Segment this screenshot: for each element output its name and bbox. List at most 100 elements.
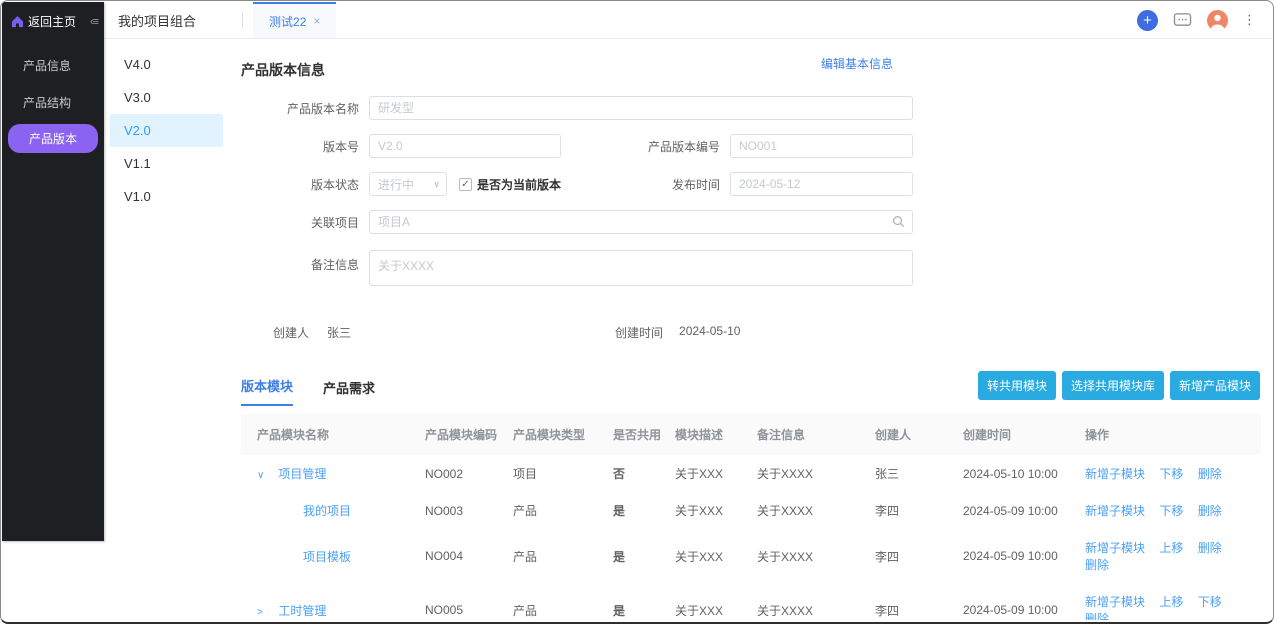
creator-info-row: 创建人 张三 创建时间 2024-05-10 xyxy=(241,324,913,341)
module-time: 2024-05-09 10:00 xyxy=(963,549,1058,563)
app-window: 返回主页 ‹≡ 产品信息 产品结构 产品版本 我的项目组合 测试22 × + ⋮ xyxy=(0,0,1274,624)
header-creator: 创建人 xyxy=(871,414,959,455)
version-list: V4.0 V3.0 V2.0 V1.1 V1.0 xyxy=(104,38,229,620)
collapse-sidebar-icon[interactable]: ‹≡ xyxy=(90,16,99,28)
close-tab-icon[interactable]: × xyxy=(313,14,320,28)
version-item-v1-1[interactable]: V1.1 xyxy=(104,147,229,180)
add-submodule-link[interactable]: 新增子模块 xyxy=(1085,541,1145,555)
checkbox-label: 是否为当前版本 xyxy=(477,177,562,192)
module-shared: 是 xyxy=(613,549,626,564)
table-row: 我的项目 NO003 产品 是 关于XXX 关于XXXX 李四 2024-05-… xyxy=(241,492,1261,529)
creator-label: 创建人 xyxy=(273,326,310,340)
select-shared-module-lib-button[interactable]: 选择共用模块库 xyxy=(1061,371,1164,400)
version-item-v2-selected[interactable]: V2.0 xyxy=(110,114,223,147)
module-time: 2024-05-09 10:00 xyxy=(963,603,1058,617)
related-project-input[interactable] xyxy=(369,210,913,234)
header-actions: 操作 xyxy=(1081,414,1261,455)
header-create-time: 创建时间 xyxy=(959,414,1081,455)
field-label-remark: 备注信息 xyxy=(310,258,359,272)
chevron-down-icon: ∨ xyxy=(433,178,440,189)
module-name-link[interactable]: 项目管理 xyxy=(278,467,326,481)
module-section: 版本模块 产品需求 转共用模块 选择共用模块库 新增产品模块 产品模块名称 产品… xyxy=(241,371,1261,620)
module-shared: 否 xyxy=(613,467,626,481)
version-info-form: 产品版本信息 编辑基本信息 产品版本名称 版本号 产品版本编号 版本状态 进行中… xyxy=(241,57,913,341)
add-submodule-link[interactable]: 新增子模块 xyxy=(1085,504,1145,518)
table-header-row: 产品模块名称 产品模块编码 产品模块类型 是否共用 模块描述 备注信息 创建人 … xyxy=(241,414,1261,455)
delete-link[interactable]: 删除 xyxy=(1198,541,1222,555)
move-up-link[interactable]: 上移 xyxy=(1159,595,1183,609)
module-name-link[interactable]: 工时管理 xyxy=(278,604,326,618)
version-no-input[interactable] xyxy=(369,134,561,158)
move-down-link[interactable]: 下移 xyxy=(1159,467,1183,481)
move-down-link[interactable]: 下移 xyxy=(1159,504,1183,518)
user-avatar[interactable] xyxy=(1207,9,1228,31)
tab-divider xyxy=(242,12,244,28)
create-time-label: 创建时间 xyxy=(615,326,664,340)
portfolio-title[interactable]: 我的项目组合 xyxy=(104,11,232,30)
move-up-link[interactable]: 上移 xyxy=(1159,541,1183,555)
add-product-module-button[interactable]: 新增产品模块 xyxy=(1169,371,1260,400)
module-type: 产品 xyxy=(513,549,538,564)
current-version-checkbox[interactable]: ✓ 是否为当前版本 xyxy=(459,176,561,193)
delete-link[interactable]: 删除 xyxy=(1085,612,1109,620)
header-shared: 是否共用 xyxy=(609,414,671,455)
delete-link[interactable]: 删除 xyxy=(1085,558,1109,572)
sidebar-item-product-info[interactable]: 产品信息 xyxy=(8,50,98,81)
field-label-version-code: 产品版本编号 xyxy=(647,139,720,154)
delete-link[interactable]: 删除 xyxy=(1198,467,1222,481)
version-item-v1-0[interactable]: V1.0 xyxy=(104,180,229,213)
status-select[interactable]: 进行中 ∨ xyxy=(369,172,447,196)
header-module-code: 产品模块编码 xyxy=(421,414,509,455)
module-code: NO002 xyxy=(425,466,464,481)
table-row: > 工时管理 NO005 产品 是 关于XXX 关于XXXX 李四 2024-0… xyxy=(241,583,1261,620)
main-content: 产品版本信息 编辑基本信息 产品版本名称 版本号 产品版本编号 版本状态 进行中… xyxy=(229,38,1272,620)
add-submodule-link[interactable]: 新增子模块 xyxy=(1085,467,1145,481)
field-label-publish-time: 发布时间 xyxy=(671,177,720,192)
module-creator: 李四 xyxy=(875,549,900,564)
to-shared-module-button[interactable]: 转共用模块 xyxy=(977,371,1056,400)
add-button[interactable]: + xyxy=(1137,9,1158,31)
module-table: 产品模块名称 产品模块编码 产品模块类型 是否共用 模块描述 备注信息 创建人 … xyxy=(241,414,1261,620)
tab-product-requirements[interactable]: 产品需求 xyxy=(323,378,375,406)
header-desc: 模块描述 xyxy=(671,414,753,455)
more-options-icon[interactable]: ⋮ xyxy=(1243,12,1256,28)
field-label-related-project: 关联项目 xyxy=(310,215,359,230)
version-item-v3[interactable]: V3.0 xyxy=(104,81,229,114)
module-name-link[interactable]: 项目模板 xyxy=(303,550,351,564)
table-row: 项目模板 NO004 产品 是 关于XXX 关于XXXX 李四 2024-05-… xyxy=(241,529,1261,583)
version-code-input[interactable] xyxy=(730,134,913,158)
table-row: ∨ 项目管理 NO002 项目 否 关于XXX 关于XXXX 张三 2024-0… xyxy=(241,455,1261,492)
sidebar-header[interactable]: 返回主页 ‹≡ xyxy=(2,2,104,44)
field-label-version-no: 版本号 xyxy=(322,139,359,154)
module-note: 关于XXXX xyxy=(757,603,814,618)
module-desc: 关于XXX xyxy=(675,467,724,481)
edit-basic-info-link[interactable]: 编辑基本信息 xyxy=(821,55,893,72)
delete-link[interactable]: 删除 xyxy=(1198,504,1222,518)
move-down-link[interactable]: 下移 xyxy=(1198,595,1222,609)
version-item-v4[interactable]: V4.0 xyxy=(104,48,229,81)
sidebar-item-product-structure[interactable]: 产品结构 xyxy=(8,87,98,118)
field-label-status: 版本状态 xyxy=(310,177,359,192)
chevron-down-icon[interactable]: ∨ xyxy=(257,470,267,481)
search-icon[interactable] xyxy=(892,215,905,233)
header-note: 备注信息 xyxy=(753,414,871,455)
tab-version-modules[interactable]: 版本模块 xyxy=(241,376,294,406)
add-submodule-link[interactable]: 新增子模块 xyxy=(1085,595,1145,609)
publish-time-input[interactable] xyxy=(730,172,913,196)
module-creator: 李四 xyxy=(875,603,900,618)
creator-value: 张三 xyxy=(327,326,352,340)
remark-textarea[interactable] xyxy=(369,250,913,286)
sidebar-nav: 产品信息 产品结构 产品版本 xyxy=(2,50,104,153)
module-note: 关于XXXX xyxy=(757,504,814,518)
sidebar: 返回主页 ‹≡ 产品信息 产品结构 产品版本 xyxy=(2,2,104,541)
module-name-link[interactable]: 我的项目 xyxy=(303,504,351,518)
message-icon[interactable] xyxy=(1173,12,1192,29)
sidebar-item-product-version[interactable]: 产品版本 xyxy=(8,124,98,153)
tab-test22[interactable]: 测试22 × xyxy=(253,2,337,38)
status-value: 进行中 xyxy=(378,177,415,192)
module-code: NO005 xyxy=(425,603,464,617)
chevron-right-icon[interactable]: > xyxy=(257,607,267,618)
checkbox-check-icon: ✓ xyxy=(459,177,472,191)
version-name-input[interactable] xyxy=(369,96,913,120)
module-type: 产品 xyxy=(513,504,538,518)
